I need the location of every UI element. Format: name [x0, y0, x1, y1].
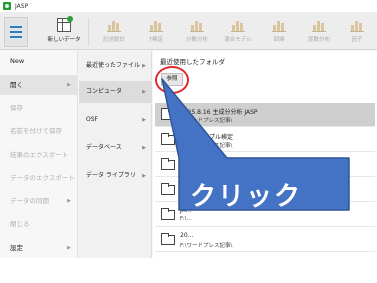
folder-icon: [161, 208, 175, 220]
source-database-label: データベース: [86, 144, 122, 151]
frequencies-label: 度数分布: [307, 37, 330, 43]
menu-preferences[interactable]: 設定 ▶: [0, 238, 78, 258]
folder-name: 2025.8.16 主成分分析 JASP: [180, 109, 258, 116]
open-source-list: 最近使ったファイル ▶ コンピュータ ▶ OSF ▶ データベース ▶ データ …: [79, 51, 152, 258]
source-osf-label: OSF: [86, 116, 98, 123]
factor-label: 因子: [351, 37, 363, 43]
regression-icon: [272, 18, 286, 32]
t-test-button[interactable]: T検定: [136, 15, 176, 49]
folder-icon: [161, 108, 175, 120]
source-data-library[interactable]: データ ライブラリ ▶: [79, 165, 152, 187]
menu-close[interactable]: 閉じる: [0, 214, 78, 234]
chevron-right-icon: ▶: [142, 117, 146, 123]
click-callout-label: クリック: [190, 182, 303, 212]
menu-export-results[interactable]: 結果のエクスポート: [0, 145, 78, 165]
menu-open-label: 開く: [10, 81, 23, 89]
new-data-label: 新しいデータ: [47, 37, 81, 43]
folder-row[interactable]: 2025.8.16 主成分分析 JASP F:\ワードプレス記事\: [155, 103, 375, 127]
folder-name: 2025.…ンプル検定: [180, 134, 233, 141]
folder-name: 20…: [180, 232, 194, 239]
folder-row[interactable]: 2025.…ンプル検定 F:\ワードプレス記事\: [155, 128, 375, 152]
folder-icon: [161, 183, 175, 195]
menu-hamburger-icon[interactable]: [4, 17, 28, 47]
ribbon-toolbar: 新しいデータ 記述統計 T検定 分散分析 混合モデル 回帰 度数分布 因子: [0, 12, 377, 50]
mixed-models-label: 混合モデル: [224, 37, 252, 43]
frequencies-icon: [312, 18, 326, 32]
title-bar: JASP: [0, 0, 377, 12]
source-recent-files[interactable]: 最近使ったファイル ▶: [79, 55, 152, 77]
source-osf[interactable]: OSF ▶: [79, 109, 152, 131]
factor-button[interactable]: 因子: [337, 15, 377, 49]
frequencies-button[interactable]: 度数分布: [299, 15, 339, 49]
descriptives-button[interactable]: 記述統計: [94, 15, 134, 49]
menu-export-data[interactable]: データのエクスポート: [0, 168, 78, 188]
recent-folders-panel: 最近使用したフォルダ 参照 2025.8.16 主成分分析 JASP F:\ワー…: [153, 51, 377, 258]
factor-icon: [350, 18, 364, 32]
folder-icon: [161, 133, 175, 145]
chevron-right-icon: ▶: [67, 245, 71, 251]
chevron-right-icon: ▶: [142, 89, 146, 95]
mixed-models-button[interactable]: 混合モデル: [218, 15, 258, 49]
anova-icon: [190, 18, 204, 32]
regression-button[interactable]: 回帰: [259, 15, 299, 49]
mixed-models-icon: [231, 18, 245, 32]
t-test-icon: [149, 18, 163, 32]
folder-row[interactable]: 20… F:\…: [155, 153, 375, 177]
regression-label: 回帰: [273, 37, 285, 43]
recent-folders-title: 最近使用したフォルダ: [160, 58, 225, 66]
folder-path: F:\ワードプレス記事\: [180, 118, 233, 124]
chevron-right-icon: ▶: [67, 198, 71, 204]
chevron-right-icon: ▶: [67, 82, 71, 88]
source-data-library-label: データ ライブラリ: [86, 172, 136, 179]
menu-sync-data-label: データの同期: [10, 197, 49, 205]
jasp-window: JASP 新しいデータ 記述統計 T検定 分散分析 混合モデル 回帰 度数分布 …: [0, 0, 377, 258]
chevron-right-icon: ▶: [142, 145, 146, 151]
ribbon-separator: [88, 18, 89, 46]
folder-row[interactable]: 20… F:\ワードプレス記事\: [155, 228, 375, 252]
source-computer-label: コンピュータ: [86, 88, 123, 95]
highlight-ring: [155, 66, 189, 94]
t-test-label: T検定: [148, 37, 164, 43]
chevron-right-icon: ▶: [142, 63, 146, 69]
jasp-logo-icon: [3, 2, 11, 10]
source-computer[interactable]: コンピュータ ▶: [79, 81, 152, 103]
new-data-button[interactable]: 新しいデータ: [44, 15, 84, 49]
folder-path: F:\ワードプレス記事\: [180, 243, 233, 249]
descriptives-icon: [107, 18, 121, 32]
folder-name: 20…: [180, 157, 194, 164]
folder-path: F:\…: [180, 216, 192, 222]
file-menu: New 開く ▶ 保存 名前を付けて保存 結果のエクスポート データのエクスポー…: [0, 51, 78, 258]
descriptives-label: 記述統計: [102, 37, 125, 43]
anova-button[interactable]: 分散分析: [177, 15, 217, 49]
folder-path: F:\…: [180, 166, 192, 172]
menu-preferences-label: 設定: [10, 244, 23, 252]
folder-icon: [161, 233, 175, 245]
source-database[interactable]: データベース ▶: [79, 137, 152, 159]
menu-open[interactable]: 開く ▶: [0, 75, 78, 95]
window-title: JASP: [15, 2, 29, 10]
new-data-icon: [57, 16, 73, 32]
folder-icon: [161, 158, 175, 170]
source-recent-files-label: 最近使ったファイル: [86, 62, 141, 69]
anova-label: 分散分析: [185, 37, 208, 43]
chevron-right-icon: ▶: [142, 173, 146, 179]
menu-save[interactable]: 保存: [0, 98, 78, 118]
menu-new[interactable]: New: [0, 51, 78, 71]
menu-sync-data[interactable]: データの同期 ▶: [0, 191, 78, 211]
folder-path: F:\ワードプレス記事\: [180, 143, 233, 149]
menu-save-as[interactable]: 名前を付けて保存: [0, 121, 78, 141]
